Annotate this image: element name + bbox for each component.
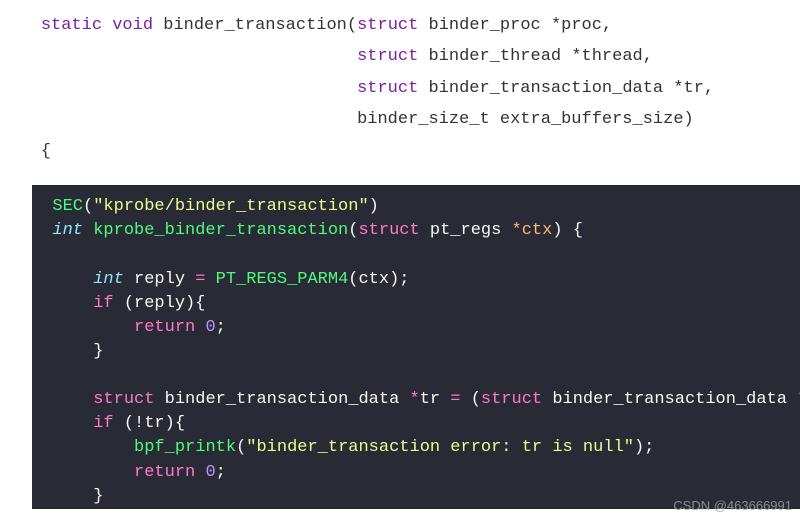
sp: [195, 463, 205, 482]
cond: (reply){: [114, 294, 206, 313]
kw-return: return: [134, 318, 195, 337]
kw-if: if: [93, 414, 113, 433]
kw-if: if: [93, 294, 113, 313]
kw-int: int: [52, 221, 83, 240]
type: binder_proc: [429, 16, 541, 35]
macro-sec: SEC: [52, 197, 83, 216]
indent: [32, 414, 93, 433]
string: "kprobe/binder_transaction": [93, 197, 368, 216]
arg: ctx: [358, 270, 389, 289]
op: =: [450, 390, 460, 409]
paren: (: [348, 221, 358, 240]
indent: [32, 390, 93, 409]
indent: [32, 463, 134, 482]
param: *proc,: [551, 16, 612, 35]
indent: [32, 318, 134, 337]
op: =: [195, 270, 205, 289]
fn-name: kprobe_binder_transaction: [93, 221, 348, 240]
cond: (!tr){: [114, 414, 185, 433]
indent: [0, 110, 357, 129]
string: "binder_transaction error: tr is null": [246, 438, 634, 457]
kw-struct: struct: [93, 390, 154, 409]
paren: (: [83, 197, 93, 216]
fn-name: binder_transaction: [163, 16, 347, 35]
paren: (: [348, 270, 358, 289]
var: tr: [420, 390, 451, 409]
op: *: [409, 390, 419, 409]
indent: [32, 438, 134, 457]
sp: (: [461, 390, 481, 409]
indent: [32, 221, 52, 240]
param: *thread,: [571, 47, 653, 66]
watermark-text: CSDN @463666991: [673, 498, 792, 513]
paren: ): [552, 221, 562, 240]
indent: [32, 270, 93, 289]
sp: [195, 318, 205, 337]
dark-code-block: SEC("kprobe/binder_transaction") int kpr…: [32, 185, 800, 509]
semi: ;: [216, 318, 226, 337]
kw-struct: struct: [357, 79, 418, 98]
type: binder_thread: [428, 47, 561, 66]
paren: (: [236, 438, 246, 457]
paren: ): [369, 197, 379, 216]
num: 0: [205, 463, 215, 482]
kw-struct: struct: [481, 390, 542, 409]
brace: {: [563, 221, 583, 240]
param: *ctx: [501, 221, 552, 240]
indent: [32, 197, 52, 216]
kw-struct: struct: [358, 221, 419, 240]
brace: {: [0, 142, 51, 161]
kw-static: static: [41, 16, 102, 35]
param: extra_buffers_size): [500, 110, 694, 129]
num: 0: [205, 318, 215, 337]
kw-int: int: [93, 270, 124, 289]
brace: }: [32, 342, 103, 361]
fn-call: bpf_printk: [134, 438, 236, 457]
brace: }: [32, 487, 103, 506]
var: reply: [124, 270, 195, 289]
indent: [0, 79, 357, 98]
semi: ;: [216, 463, 226, 482]
type: binder_transaction_data: [154, 390, 409, 409]
param: *tr,: [673, 79, 714, 98]
type: binder_transaction_data: [542, 390, 797, 409]
type: binder_size_t: [357, 110, 490, 129]
type: binder_transaction_data: [428, 79, 663, 98]
indent: [0, 47, 357, 66]
fn-call: PT_REGS_PARM4: [205, 270, 348, 289]
kw-return: return: [134, 463, 195, 482]
kw-struct: struct: [357, 16, 418, 35]
kw-void: void: [112, 16, 153, 35]
paren: );: [389, 270, 409, 289]
kw-struct: struct: [357, 47, 418, 66]
type: pt_regs: [430, 221, 501, 240]
light-code-block: static void binder_transaction(struct bi…: [0, 0, 800, 185]
indent: [0, 16, 41, 35]
paren: );: [634, 438, 654, 457]
indent: [32, 294, 93, 313]
